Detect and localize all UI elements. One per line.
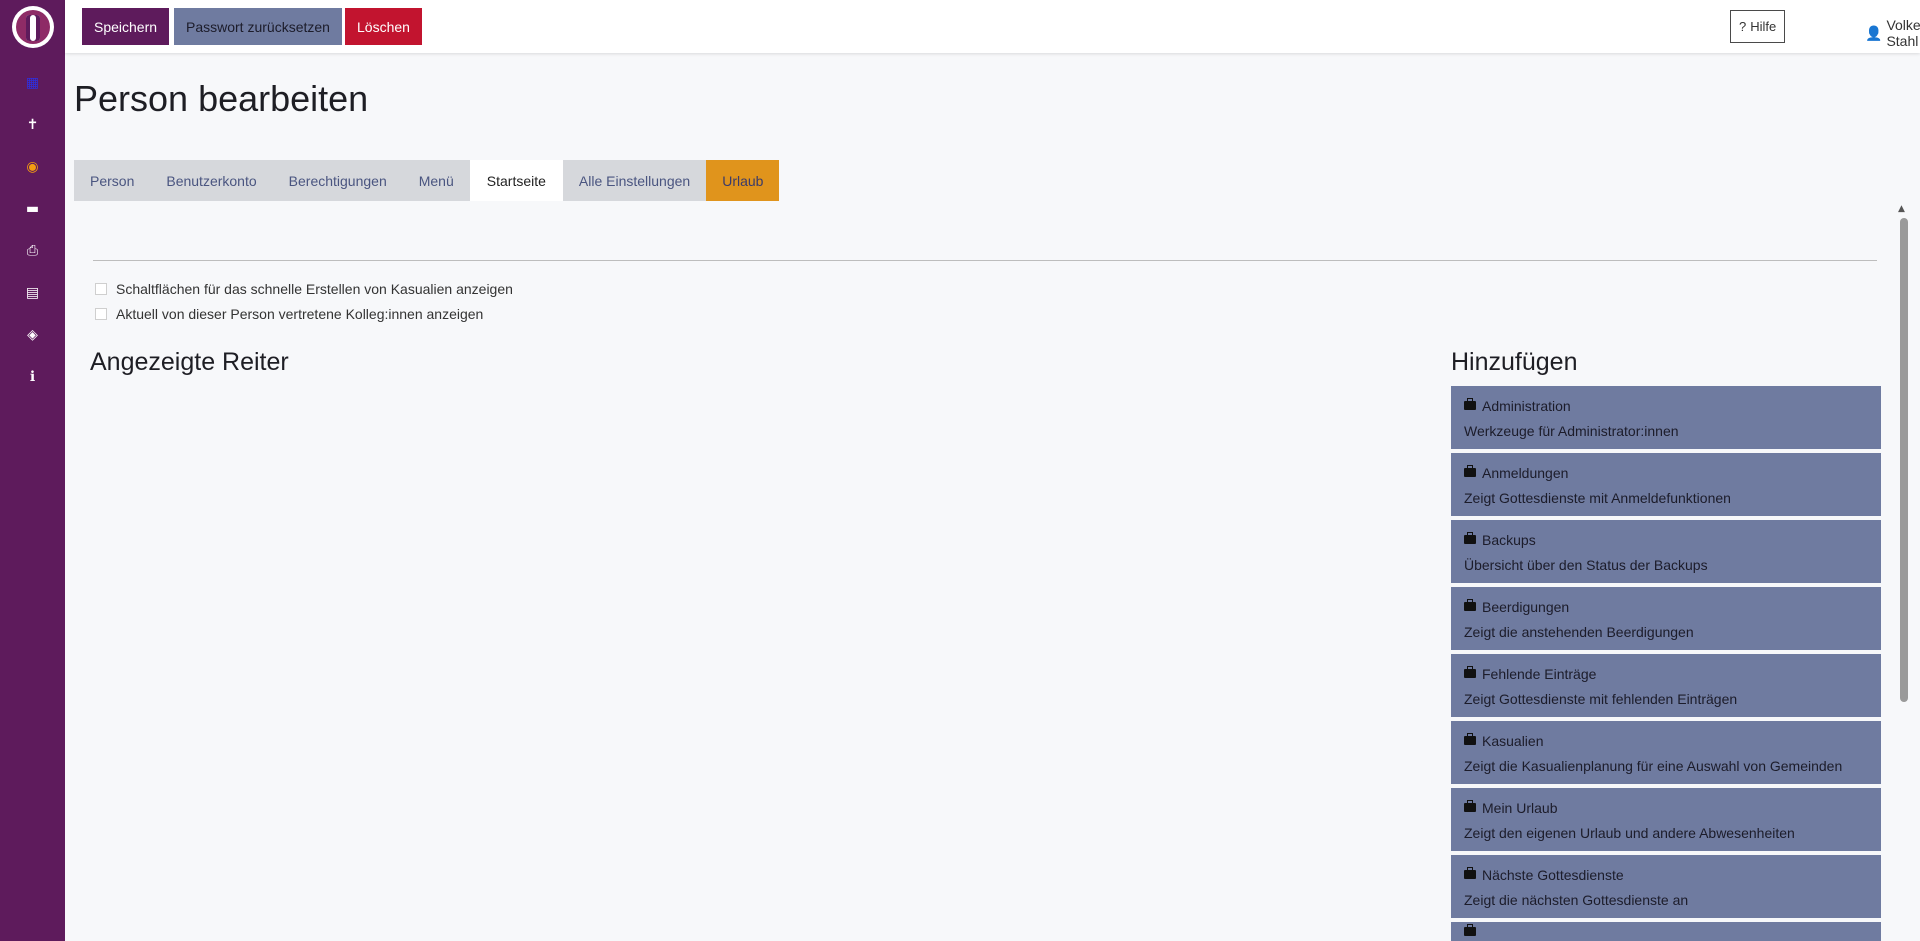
add-heading: Hinzufügen bbox=[1451, 348, 1578, 376]
add-item-desc: Zeigt Gottesdienste mit Anmeldefunktione… bbox=[1464, 490, 1731, 506]
top-toolbar: Speichern Passwort zurücksetzen Löschen … bbox=[65, 0, 1920, 53]
divider bbox=[93, 260, 1877, 261]
tab-alle-einstellungen[interactable]: Alle Einstellungen bbox=[562, 160, 707, 201]
app-logo[interactable] bbox=[0, 0, 65, 53]
show-represented-checkbox[interactable] bbox=[95, 308, 107, 320]
add-item-anmeldungen[interactable]: Anmeldungen Zeigt Gottesdienste mit Anme… bbox=[1451, 453, 1881, 516]
quick-casualia-label: Schaltflächen für das schnelle Erstellen… bbox=[116, 281, 513, 297]
tab-startseite[interactable]: Startseite bbox=[469, 160, 563, 201]
help-label: Hilfe bbox=[1750, 19, 1777, 34]
briefcase-icon bbox=[1464, 665, 1476, 678]
quick-casualia-checkbox[interactable] bbox=[95, 283, 107, 295]
add-item-administration[interactable]: Administration Werkzeuge für Administrat… bbox=[1451, 386, 1881, 449]
cross-icon[interactable]: ✝ bbox=[0, 104, 65, 146]
calendar-week-icon[interactable]: ▤ bbox=[0, 272, 65, 314]
info-icon[interactable]: ℹ bbox=[0, 356, 65, 398]
user-icon: 👤 bbox=[1865, 24, 1883, 41]
add-item-desc: Zeigt die nächsten Gottesdienste an bbox=[1464, 892, 1689, 908]
add-item-kasualien[interactable]: Kasualien Zeigt die Kasualienplanung für… bbox=[1451, 721, 1881, 784]
add-item-beerdigungen[interactable]: Beerdigungen Zeigt die anstehenden Beerd… bbox=[1451, 587, 1881, 650]
calendar-icon[interactable]: ▦ bbox=[0, 62, 65, 104]
add-item-title: Kasualien bbox=[1482, 733, 1544, 749]
logo-icon bbox=[11, 5, 54, 48]
reset-password-button[interactable]: Passwort zurücksetzen bbox=[174, 8, 342, 45]
briefcase-icon bbox=[1464, 598, 1476, 611]
user-shield-icon[interactable]: ◈ bbox=[0, 314, 65, 356]
briefcase-icon bbox=[1464, 732, 1476, 745]
add-item-mein-urlaub[interactable]: Mein Urlaub Zeigt den eigenen Urlaub und… bbox=[1451, 788, 1881, 851]
card-icon[interactable]: ▬ bbox=[0, 188, 65, 230]
add-item-title: Fehlende Einträge bbox=[1482, 666, 1597, 682]
show-represented-option[interactable]: Aktuell von dieser Person vertretene Kol… bbox=[95, 306, 483, 322]
tab-bar: Person Benutzerkonto Berechtigungen Menü… bbox=[74, 160, 780, 201]
user-name: Volker Stahl bbox=[1886, 17, 1920, 49]
add-item-fehlende-eintraege[interactable]: Fehlende Einträge Zeigt Gottesdienste mi… bbox=[1451, 654, 1881, 717]
add-item-title: Anmeldungen bbox=[1482, 465, 1569, 481]
add-tab-list: Administration Werkzeuge für Administrat… bbox=[1451, 386, 1881, 941]
show-represented-label: Aktuell von dieser Person vertretene Kol… bbox=[116, 306, 484, 322]
scrollbar-thumb[interactable] bbox=[1900, 218, 1908, 702]
delete-button[interactable]: Löschen bbox=[345, 8, 422, 45]
sidebar: ▦ ✝ ◉ ▬ ⎙ ▤ ◈ ℹ bbox=[0, 0, 65, 941]
page-title: Person bearbeiten bbox=[74, 78, 369, 119]
add-item-desc: Übersicht über den Status der Backups bbox=[1464, 557, 1708, 573]
add-item-title: Mein Urlaub bbox=[1482, 800, 1558, 816]
add-item-title: Beerdigungen bbox=[1482, 599, 1570, 615]
displayed-tabs-heading: Angezeigte Reiter bbox=[90, 348, 289, 376]
quick-casualia-option[interactable]: Schaltflächen für das schnelle Erstellen… bbox=[95, 281, 513, 297]
tab-benutzerkonto[interactable]: Benutzerkonto bbox=[150, 160, 273, 201]
briefcase-icon bbox=[1464, 799, 1476, 812]
sidebar-nav: ▦ ✝ ◉ ▬ ⎙ ▤ ◈ ℹ bbox=[0, 62, 65, 398]
add-item-title: Backups bbox=[1482, 532, 1536, 548]
add-item-desc: Werkzeuge für Administrator:innen bbox=[1464, 423, 1679, 439]
add-item-backups[interactable]: Backups Übersicht über den Status der Ba… bbox=[1451, 520, 1881, 583]
add-item-title: Administration bbox=[1482, 398, 1571, 414]
scroll-up-arrow[interactable]: ▲ bbox=[1898, 204, 1905, 214]
help-button[interactable]: ? Hilfe bbox=[1730, 10, 1786, 43]
briefcase-icon bbox=[1464, 397, 1476, 410]
question-circle-icon: ? bbox=[1739, 19, 1747, 34]
add-item-desc: Zeigt die Kasualienplanung für eine Ausw… bbox=[1464, 758, 1843, 774]
save-button[interactable]: Speichern bbox=[82, 8, 170, 45]
briefcase-icon bbox=[1464, 464, 1476, 477]
briefcase-icon bbox=[1464, 531, 1476, 544]
add-item-title: Nächste Gottesdienste bbox=[1482, 867, 1624, 883]
user-menu[interactable]: 👤 Volker Stahl ▾ bbox=[1865, 17, 1920, 49]
add-item-desc: Zeigt Gottesdienste mit fehlenden Einträ… bbox=[1464, 691, 1738, 707]
tab-person[interactable]: Person bbox=[74, 160, 151, 201]
add-item-partial[interactable] bbox=[1451, 922, 1881, 941]
tab-urlaub[interactable]: Urlaub bbox=[706, 160, 780, 201]
tab-berechtigungen[interactable]: Berechtigungen bbox=[272, 160, 403, 201]
briefcase-icon bbox=[1464, 866, 1476, 879]
add-item-desc: Zeigt den eigenen Urlaub und andere Abwe… bbox=[1464, 825, 1795, 841]
tab-menu[interactable]: Menü bbox=[402, 160, 470, 201]
globe-icon[interactable]: ◉ bbox=[0, 146, 65, 188]
printer-icon[interactable]: ⎙ bbox=[0, 230, 65, 272]
add-item-naechste-gottesdienste[interactable]: Nächste Gottesdienste Zeigt die nächsten… bbox=[1451, 855, 1881, 918]
briefcase-icon bbox=[1464, 924, 1476, 936]
add-item-desc: Zeigt die anstehenden Beerdigungen bbox=[1464, 624, 1694, 640]
